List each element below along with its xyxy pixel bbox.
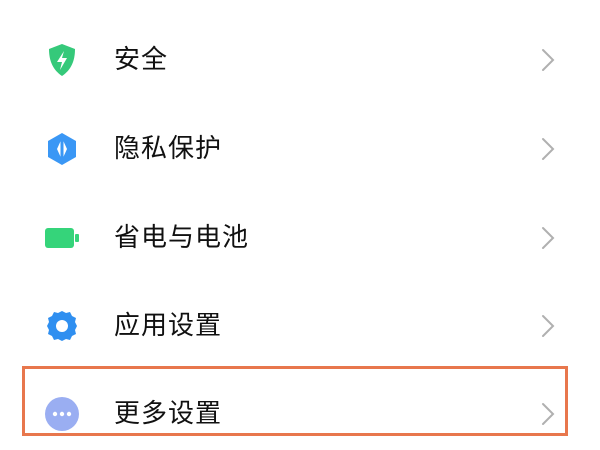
settings-item-more-settings[interactable]: 更多设置 (0, 370, 600, 450)
settings-list: 安全 隐私保护 省电与电池 应用设置 更多设置 (0, 0, 600, 450)
chevron-right-icon (538, 46, 558, 74)
settings-item-label: 隐私保护 (114, 134, 223, 164)
settings-item-security[interactable]: 安全 (0, 16, 600, 104)
chevron-right-icon (538, 135, 558, 163)
shield-icon (44, 42, 80, 78)
settings-item-privacy[interactable]: 隐私保护 (0, 105, 600, 193)
settings-item-app-settings[interactable]: 应用设置 (0, 282, 600, 370)
chevron-right-icon (538, 400, 558, 428)
gear-icon (44, 308, 80, 344)
more-icon (44, 396, 80, 432)
settings-item-battery[interactable]: 省电与电池 (0, 194, 600, 282)
settings-item-label: 应用设置 (114, 311, 223, 341)
privacy-icon (44, 131, 80, 167)
chevron-right-icon (538, 224, 558, 252)
settings-item-label: 省电与电池 (114, 223, 250, 253)
settings-item-label: 安全 (114, 45, 169, 75)
settings-item-label: 更多设置 (114, 399, 223, 429)
chevron-right-icon (538, 312, 558, 340)
battery-icon (44, 220, 80, 256)
